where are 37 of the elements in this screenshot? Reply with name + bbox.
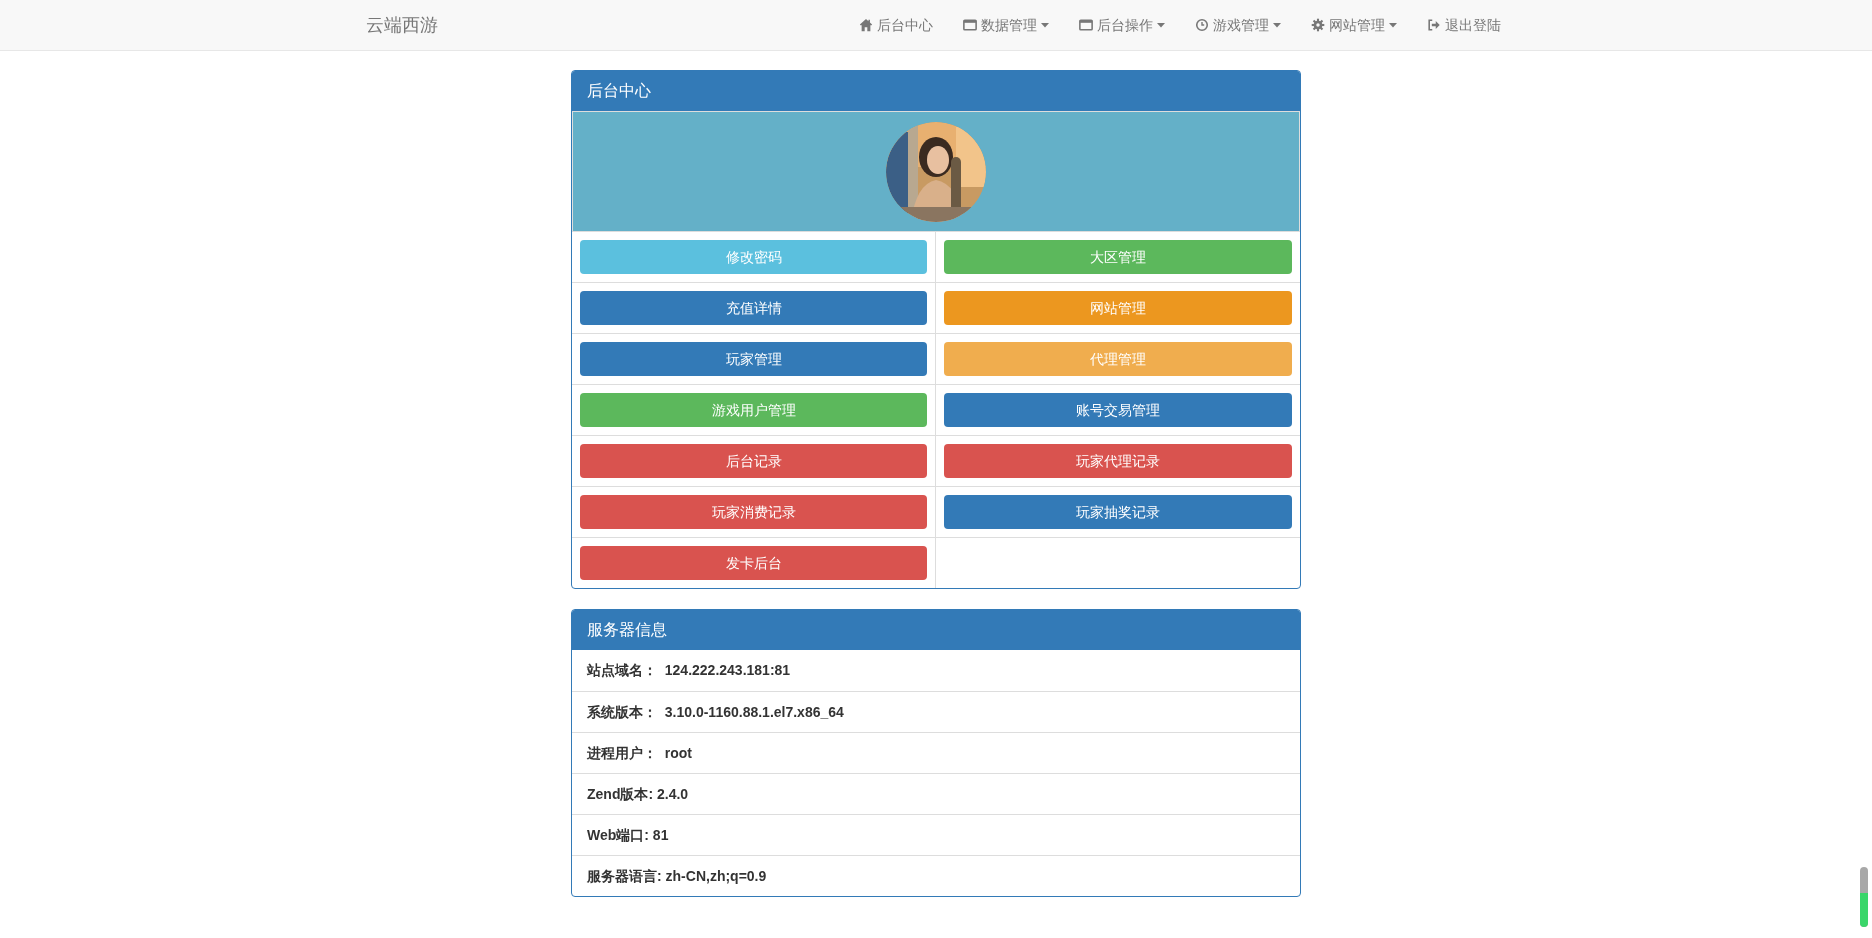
nav-link[interactable]: 后台中心 <box>844 0 948 50</box>
info-row-text: 系统版本： 3.10.0-1160.88.1.el7.x86_64 <box>587 702 844 722</box>
menu-button[interactable]: 玩家抽奖记录 <box>944 495 1292 529</box>
brand-link[interactable]: 云端西游 <box>366 11 438 39</box>
caret-icon <box>1041 22 1049 28</box>
caret-icon <box>1273 22 1281 28</box>
info-row-text: 站点域名： 124.222.243.181:81 <box>587 661 791 680</box>
menu-button[interactable]: 玩家管理 <box>580 342 927 376</box>
window-icon <box>1079 18 1093 32</box>
home-icon <box>859 18 873 32</box>
nav-link[interactable]: 后台操作 <box>1064 0 1180 50</box>
settings-icon <box>1311 18 1325 32</box>
menu-button[interactable]: 账号交易管理 <box>944 393 1292 427</box>
info-row-text: Zend版本: 2.4.0 <box>587 784 689 804</box>
nav-link[interactable]: 游戏管理 <box>1180 0 1296 50</box>
menu-button[interactable]: 玩家消费记录 <box>580 495 927 529</box>
sign-out-icon <box>1427 18 1441 32</box>
info-row-text: Web端口: 81 <box>587 825 669 845</box>
scroll-indicator <box>1860 867 1868 927</box>
window-icon <box>963 18 977 32</box>
nav-link[interactable]: 退出登陆 <box>1412 0 1516 50</box>
caret-icon <box>1389 22 1397 28</box>
clock-icon <box>1195 18 1209 32</box>
menu-button[interactable]: 大区管理 <box>944 240 1292 274</box>
info-row-text: 进程用户： root <box>587 743 692 763</box>
menu-button[interactable]: 充值详情 <box>580 291 927 325</box>
nav-link[interactable]: 网站管理 <box>1296 0 1412 50</box>
caret-icon <box>1157 22 1165 28</box>
menu-button[interactable]: 游戏用户管理 <box>580 393 927 427</box>
menu-button[interactable]: 玩家代理记录 <box>944 444 1292 478</box>
info-row-text: 服务器语言: zh-CN,zh;q=0.9 <box>587 866 767 886</box>
panel-title: 后台中心 <box>587 81 651 101</box>
menu-button[interactable]: 后台记录 <box>580 444 927 478</box>
panel-title: 服务器信息 <box>587 620 667 640</box>
nav-link[interactable]: 数据管理 <box>948 0 1064 50</box>
menu-button[interactable]: 发卡后台 <box>580 546 927 580</box>
menu-button[interactable]: 网站管理 <box>944 291 1292 325</box>
